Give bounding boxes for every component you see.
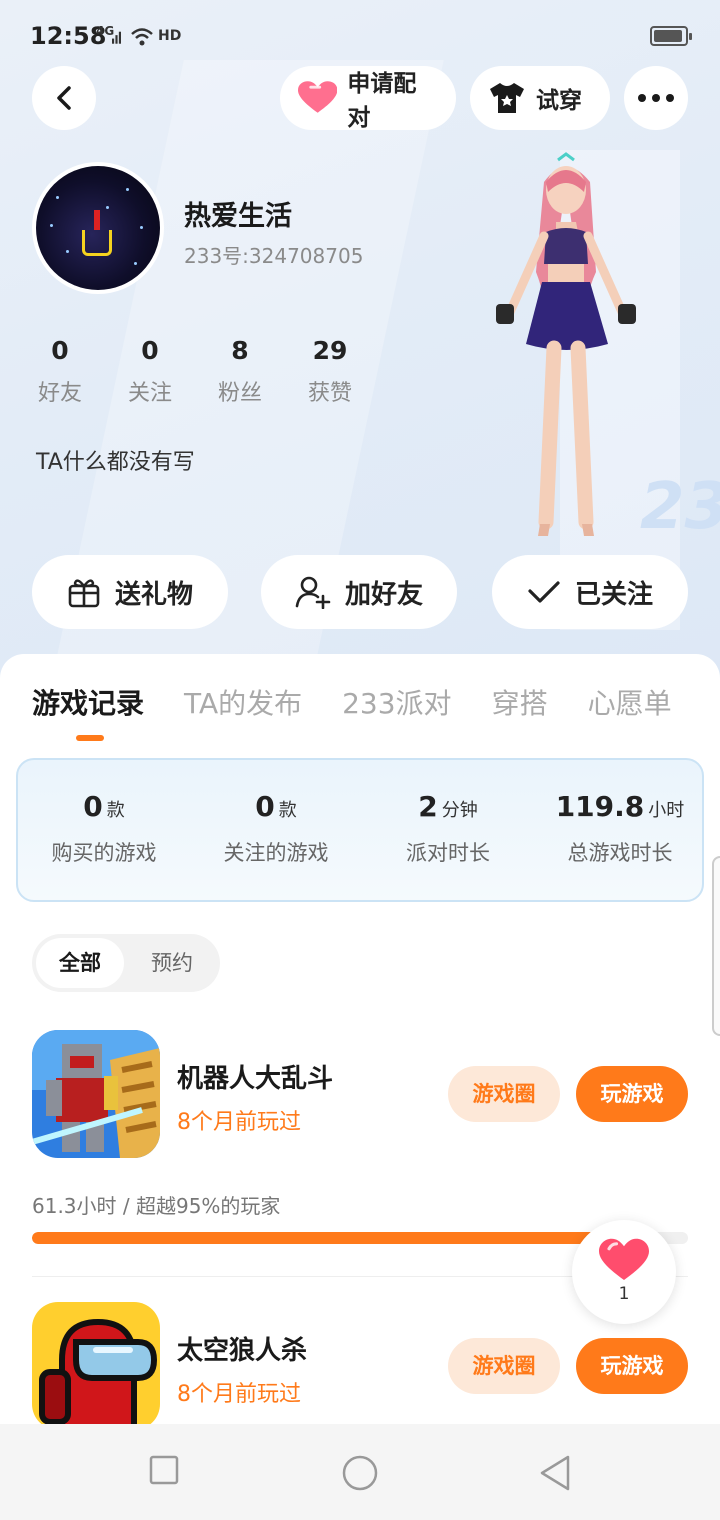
stat-value: 0 (51, 336, 69, 365)
stat-fans[interactable]: 8 粉丝 (200, 336, 280, 407)
user-id[interactable]: 233号:324708705 (184, 240, 363, 269)
game-list-item[interactable]: 机器人大乱斗 8个月前玩过 游戏圈 玩游戏 (32, 1030, 688, 1160)
robot-game-icon (32, 1030, 160, 1158)
summary-followed-games: 0款 关注的游戏 (190, 790, 362, 867)
summary-label: 购买的游戏 (51, 841, 157, 865)
hd-indicator: HD (158, 28, 182, 44)
summary-label: 关注的游戏 (223, 841, 329, 865)
heart-icon (599, 1238, 649, 1280)
status-time: 12:58 (30, 22, 107, 50)
add-user-icon (295, 576, 331, 609)
summary-value: 0 (255, 790, 275, 823)
gift-icon (68, 579, 100, 608)
more-button[interactable] (624, 66, 688, 130)
profile-tabs: 游戏记录 TA的发布 233派对 穿搭 心愿单 (32, 682, 712, 722)
game-icon[interactable] (32, 1302, 160, 1430)
shirt-icon (490, 83, 524, 113)
game-summary-card: 0款 购买的游戏 0款 关注的游戏 2 分钟 派对时长 119.8 小时 总游戏时长 (16, 758, 704, 902)
play-game-button[interactable]: 玩游戏 (576, 1066, 688, 1122)
add-friend-label: 加好友 (344, 579, 423, 610)
like-count: 1 (618, 1284, 630, 1304)
more-icon (638, 94, 674, 102)
summary-value: 2 (418, 790, 438, 823)
crewmate-game-icon (32, 1302, 160, 1430)
request-match-label: 申请配对 (347, 71, 417, 131)
game-circle-button[interactable]: 游戏圈 (448, 1066, 560, 1122)
avatar-character[interactable] (486, 152, 646, 544)
filter-reserved[interactable]: 预约 (128, 938, 216, 988)
game-name: 太空狼人杀 (177, 1336, 308, 1366)
summary-party-time: 2 分钟 派对时长 (362, 790, 534, 867)
stat-friends[interactable]: 0 好友 (20, 336, 100, 407)
send-gift-button[interactable]: 送礼物 (32, 555, 228, 629)
side-drawer-handle[interactable] (712, 856, 720, 1036)
summary-unit: 款 (106, 800, 125, 821)
avatar[interactable] (32, 162, 164, 294)
tab-party[interactable]: 233派对 (342, 682, 451, 722)
user-bio: TA什么都没有写 (36, 450, 195, 475)
summary-value: 0 (83, 790, 103, 823)
profile-header: 233 12:58 4G HD 申请配对 试穿 (0, 0, 720, 700)
back-icon (57, 86, 71, 110)
game-filter-toggle: 全部 预约 (32, 934, 220, 992)
battery-icon (650, 26, 692, 46)
game-list-item[interactable]: 太空狼人杀 8个月前玩过 游戏圈 玩游戏 (32, 1302, 688, 1432)
followed-label: 已关注 (574, 579, 653, 610)
stat-value: 0 (141, 336, 159, 365)
playtime-progress-fill (32, 1232, 656, 1244)
brand-watermark: 233 (640, 470, 720, 544)
stat-label: 好友 (37, 381, 82, 406)
play-game-button[interactable]: 玩游戏 (576, 1338, 688, 1394)
nav-back-icon[interactable] (538, 1454, 572, 1492)
summary-unit: 款 (278, 800, 297, 821)
heart-icon (298, 81, 338, 113)
filter-all[interactable]: 全部 (36, 938, 124, 988)
stat-label: 获赞 (307, 381, 352, 406)
last-played: 8个月前玩过 (177, 1382, 301, 1407)
active-tab-indicator (76, 735, 104, 741)
avatar-image (36, 166, 160, 290)
summary-value: 119.8 (555, 790, 645, 823)
tab-wishlist[interactable]: 心愿单 (588, 682, 672, 722)
try-on-button[interactable]: 试穿 (470, 66, 610, 130)
summary-purchased: 0款 购买的游戏 (18, 790, 190, 867)
game-circle-button[interactable]: 游戏圈 (448, 1338, 560, 1394)
followed-button[interactable]: 已关注 (492, 555, 688, 629)
nav-home-icon[interactable] (341, 1454, 379, 1492)
game-playtime: 61.3小时 / 超越95%的玩家 (32, 1194, 281, 1218)
nav-recents-icon[interactable] (148, 1454, 180, 1486)
status-bar: 12:58 4G HD (0, 0, 720, 70)
request-match-button[interactable]: 申请配对 (280, 66, 456, 131)
check-icon (528, 581, 560, 603)
stat-following[interactable]: 0 关注 (110, 336, 190, 407)
username: 热爱生活 (184, 201, 292, 232)
tab-posts[interactable]: TA的发布 (184, 682, 302, 722)
summary-total-time: 119.8 小时 总游戏时长 (534, 790, 706, 867)
game-icon[interactable] (32, 1030, 160, 1158)
stat-label: 粉丝 (217, 381, 262, 406)
back-button[interactable] (32, 66, 96, 130)
signal-icon (112, 31, 121, 44)
stat-value: 8 (231, 336, 249, 365)
add-friend-button[interactable]: 加好友 (261, 555, 457, 629)
system-nav-bar (0, 1424, 720, 1520)
tab-game-records[interactable]: 游戏记录 (32, 682, 144, 722)
summary-label: 总游戏时长 (567, 841, 673, 865)
stat-value: 29 (312, 336, 348, 365)
stat-label: 关注 (127, 381, 172, 406)
summary-unit: 分钟 (441, 800, 478, 821)
summary-label: 派对时长 (406, 841, 490, 865)
try-on-label: 试穿 (536, 88, 582, 114)
last-played: 8个月前玩过 (177, 1110, 301, 1135)
stat-likes[interactable]: 29 获赞 (290, 336, 370, 407)
summary-unit: 小时 (648, 800, 685, 821)
like-button[interactable]: 1 (572, 1220, 676, 1324)
send-gift-label: 送礼物 (114, 579, 193, 610)
tab-outfits[interactable]: 穿搭 (492, 682, 548, 722)
wifi-icon (131, 28, 153, 46)
content-panel: 游戏记录 TA的发布 233派对 穿搭 心愿单 0款 购买的游戏 0款 关注的游… (0, 654, 720, 1520)
game-name: 机器人大乱斗 (177, 1064, 334, 1094)
